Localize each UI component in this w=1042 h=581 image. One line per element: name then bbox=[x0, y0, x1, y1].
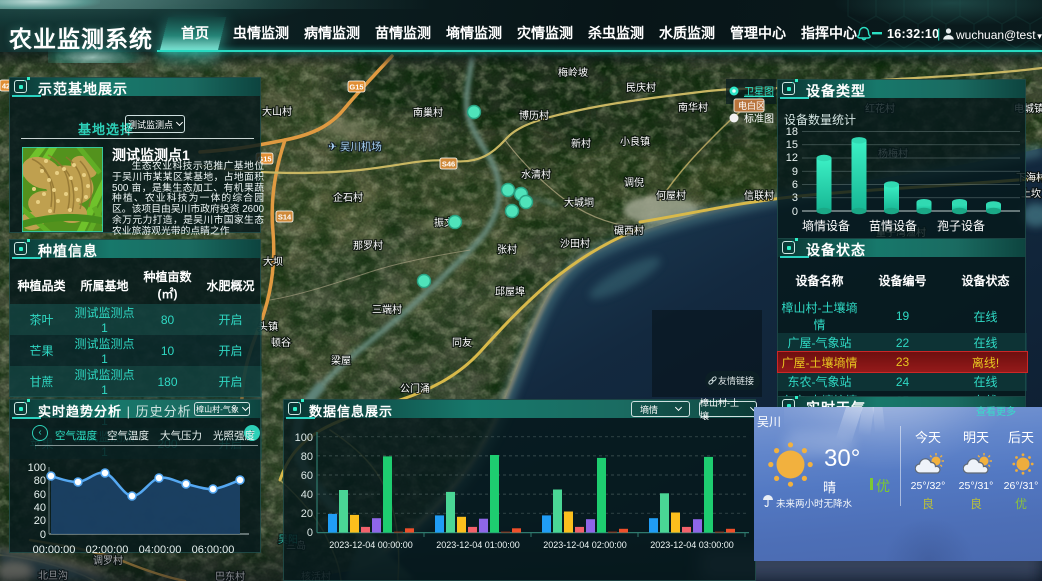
svg-text:友情链接: 友情链接 bbox=[718, 375, 754, 386]
svg-text:大山村: 大山村 bbox=[262, 105, 292, 118]
svg-text:20: 20 bbox=[34, 515, 46, 527]
svg-text:墒情设备: 墒情设备 bbox=[802, 218, 850, 233]
svg-text:0: 0 bbox=[792, 206, 798, 218]
svg-text:梅岭坡: 梅岭坡 bbox=[558, 66, 588, 79]
svg-text:水清村: 水清村 bbox=[521, 168, 551, 181]
svg-text:孢子设备: 孢子设备 bbox=[937, 219, 985, 233]
svg-text:00:00:00: 00:00:00 bbox=[33, 544, 76, 556]
svg-text:✈ 吴川机场: ✈ 吴川机场 bbox=[328, 140, 382, 153]
svg-text:100: 100 bbox=[295, 432, 313, 444]
svg-text:40: 40 bbox=[34, 502, 46, 514]
svg-text:S14: S14 bbox=[278, 213, 292, 222]
svg-text:博历村: 博历村 bbox=[519, 109, 549, 122]
svg-text:电白区: 电白区 bbox=[738, 100, 765, 111]
svg-text:标准图: 标准图 bbox=[744, 113, 774, 125]
svg-text:卫星图: 卫星图 bbox=[744, 86, 774, 98]
svg-text:80: 80 bbox=[34, 475, 46, 487]
svg-text:信联村: 信联村 bbox=[744, 189, 774, 202]
svg-text:12: 12 bbox=[786, 152, 798, 164]
svg-text:2023-12-04 00:00:00: 2023-12-04 00:00:00 bbox=[329, 540, 413, 550]
svg-text:100: 100 bbox=[28, 462, 46, 474]
svg-text:06:00:00: 06:00:00 bbox=[192, 544, 235, 556]
svg-text:2023-12-04 02:00:00: 2023-12-04 02:00:00 bbox=[543, 540, 627, 550]
svg-text:小良镇: 小良镇 bbox=[620, 135, 650, 148]
svg-text:南巢村: 南巢村 bbox=[413, 106, 443, 119]
svg-text:那罗村: 那罗村 bbox=[353, 239, 383, 252]
svg-text:苗情设备: 苗情设备 bbox=[869, 219, 917, 233]
svg-text:邱屋埠: 邱屋埠 bbox=[495, 285, 525, 298]
svg-text:南华村: 南华村 bbox=[678, 101, 708, 114]
svg-text:同友: 同友 bbox=[452, 336, 472, 349]
svg-text:3: 3 bbox=[792, 192, 798, 204]
svg-text:2023-12-04 01:00:00: 2023-12-04 01:00:00 bbox=[436, 540, 520, 550]
svg-text:20: 20 bbox=[301, 508, 313, 520]
svg-text:S46: S46 bbox=[442, 160, 455, 169]
svg-text:大坝: 大坝 bbox=[263, 255, 283, 268]
svg-text:三端村: 三端村 bbox=[372, 303, 402, 316]
svg-text:企石村: 企石村 bbox=[333, 191, 363, 204]
svg-text:15: 15 bbox=[786, 139, 798, 151]
svg-text:何屋村: 何屋村 bbox=[656, 189, 686, 202]
svg-text:60: 60 bbox=[301, 470, 313, 482]
svg-text:公门涌: 公门涌 bbox=[400, 382, 430, 395]
svg-text:梁屋: 梁屋 bbox=[331, 354, 351, 367]
svg-text:18: 18 bbox=[786, 126, 798, 138]
svg-text:民庆村: 民庆村 bbox=[626, 81, 656, 94]
svg-text:调倪: 调倪 bbox=[624, 177, 644, 189]
svg-text:沙田村: 沙田村 bbox=[560, 237, 590, 250]
svg-text:0: 0 bbox=[40, 529, 46, 541]
svg-text:碾西村: 碾西村 bbox=[614, 224, 644, 237]
svg-text:6: 6 bbox=[792, 179, 798, 191]
svg-text:顿谷: 顿谷 bbox=[271, 336, 291, 349]
svg-text:02:00:00: 02:00:00 bbox=[86, 544, 129, 556]
svg-text:张村: 张村 bbox=[497, 243, 517, 256]
svg-text:G15: G15 bbox=[349, 83, 363, 92]
svg-text:2023-12-04 03:00:00: 2023-12-04 03:00:00 bbox=[650, 540, 734, 550]
svg-text:40: 40 bbox=[301, 489, 313, 501]
svg-text:0: 0 bbox=[307, 527, 313, 539]
svg-text:新村: 新村 bbox=[571, 137, 591, 150]
svg-text:大城垌: 大城垌 bbox=[564, 196, 594, 209]
svg-text:04:00:00: 04:00:00 bbox=[139, 544, 182, 556]
svg-text:60: 60 bbox=[34, 489, 46, 501]
svg-text:80: 80 bbox=[301, 451, 313, 463]
svg-text:9: 9 bbox=[792, 166, 798, 178]
